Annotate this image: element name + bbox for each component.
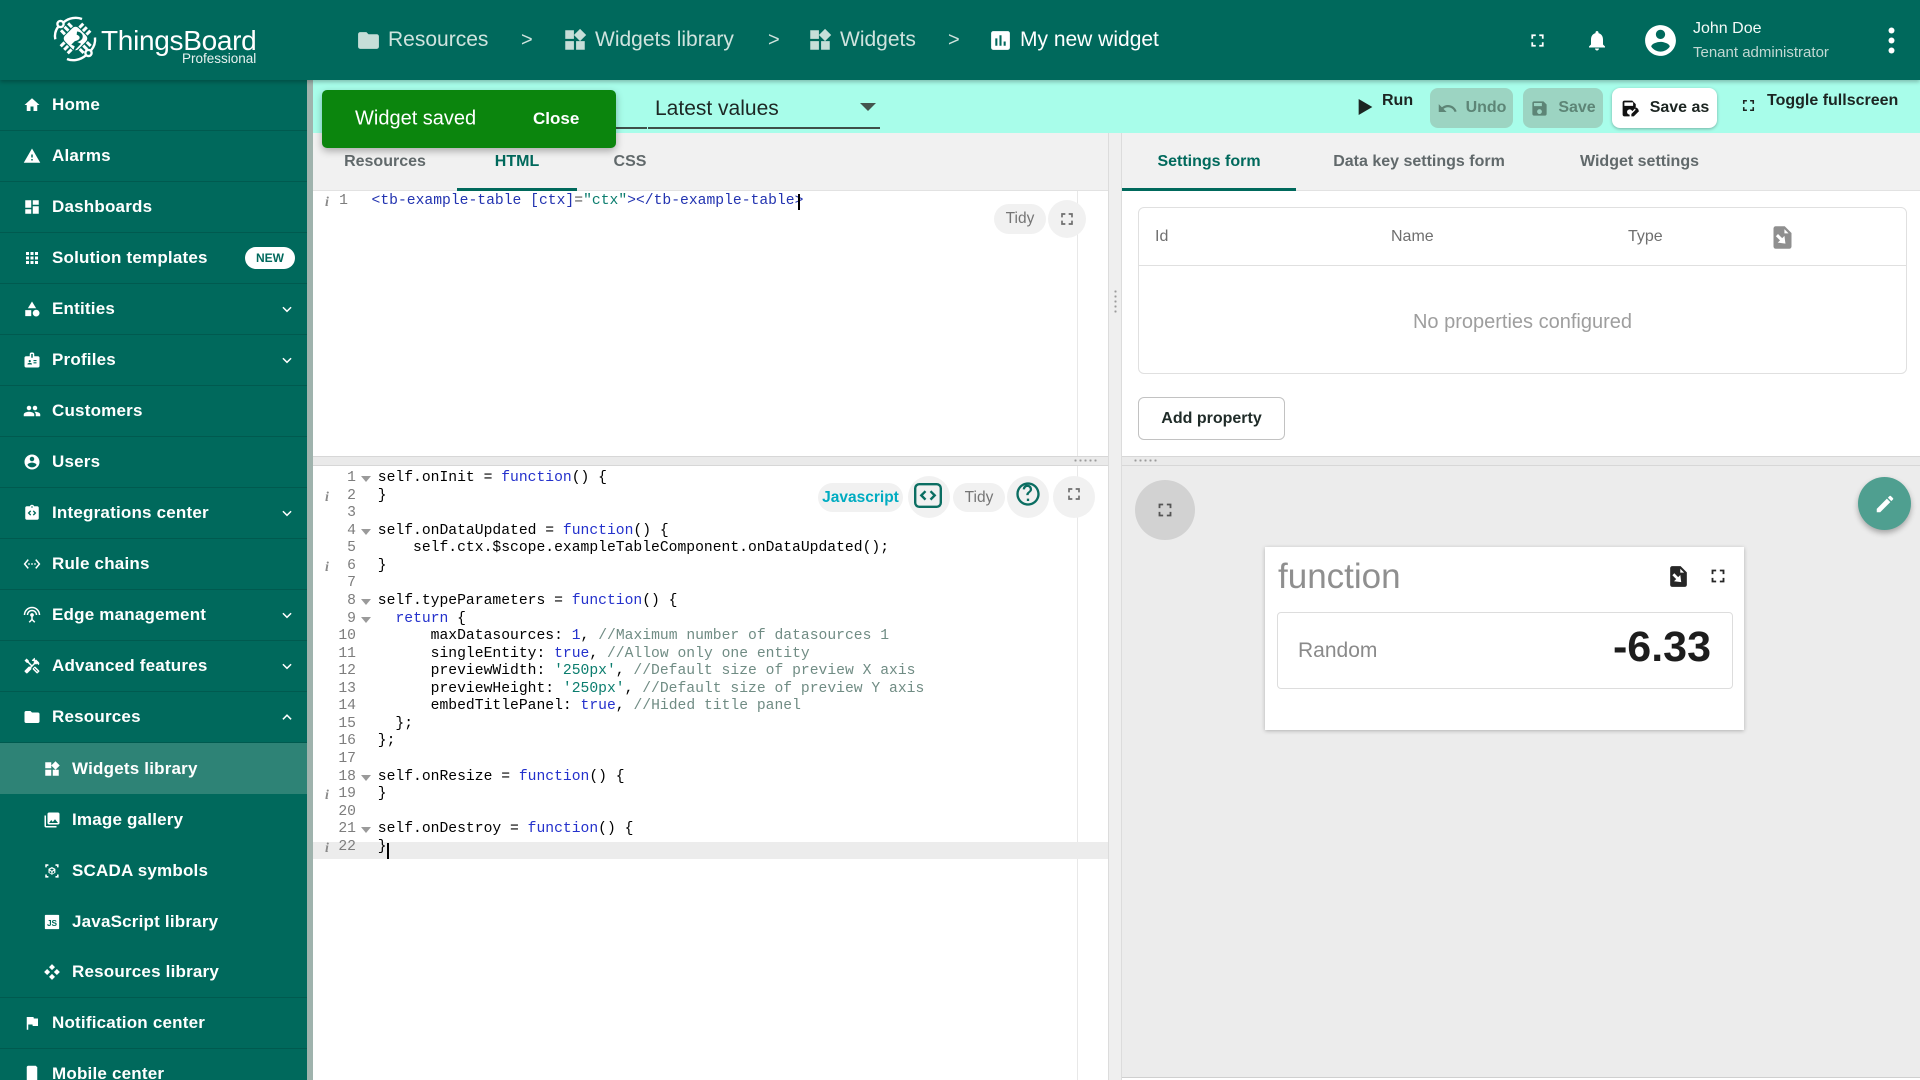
svg-text:JS: JS <box>47 918 58 927</box>
